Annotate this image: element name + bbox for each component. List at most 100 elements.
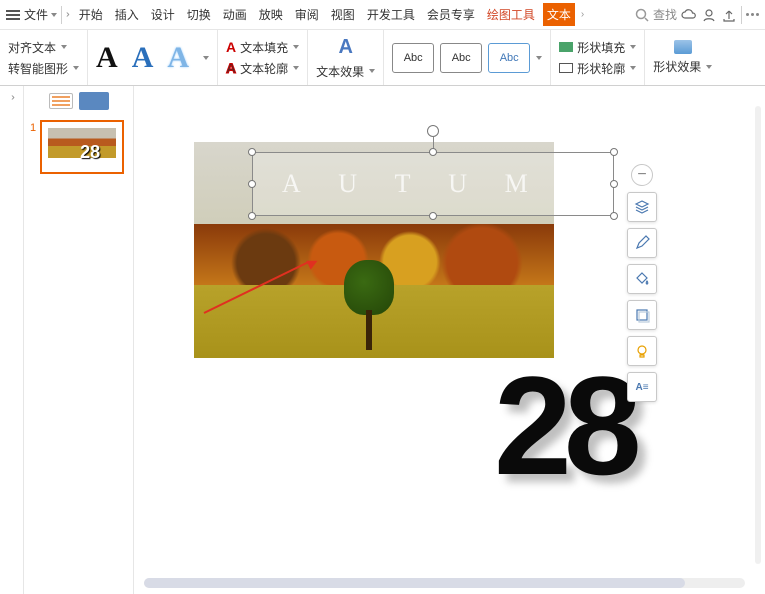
layers-button[interactable] bbox=[627, 192, 657, 222]
ribbon-group-shapeeffects: 形状效果 bbox=[645, 30, 720, 85]
thumbnail-header bbox=[24, 92, 133, 110]
tab-text-tool[interactable]: 文本 bbox=[543, 3, 575, 26]
ribbon: 对齐文本 转智能图形 A A A A文本填充 A文本轮廓 A 文本效果 Abc … bbox=[0, 30, 765, 86]
lightbulb-icon bbox=[634, 343, 650, 359]
user-icon[interactable] bbox=[701, 7, 717, 23]
search-box[interactable]: 查找 bbox=[635, 6, 677, 23]
tab-vip[interactable]: 会员专享 bbox=[423, 3, 479, 26]
wordart-style-2[interactable]: A bbox=[132, 41, 154, 75]
separator bbox=[61, 6, 62, 24]
shape-style-2[interactable]: Abc bbox=[440, 43, 482, 73]
horizontal-scrollbar[interactable] bbox=[144, 578, 745, 588]
slide-view-icon[interactable] bbox=[79, 92, 109, 110]
shape-effects-icon bbox=[674, 40, 692, 54]
text-outline-icon: A bbox=[226, 60, 236, 76]
resize-handle-tm[interactable] bbox=[429, 148, 437, 156]
chevron-down-icon bbox=[630, 66, 636, 70]
pen-icon bbox=[634, 235, 650, 251]
selected-textbox[interactable]: A U T U M N bbox=[252, 152, 614, 216]
scrollbar-thumb[interactable] bbox=[144, 578, 685, 588]
resize-handle-bm[interactable] bbox=[429, 212, 437, 220]
fill-button[interactable] bbox=[627, 264, 657, 294]
align-text-button[interactable]: 对齐文本 bbox=[8, 39, 79, 56]
collapse-button[interactable]: − bbox=[631, 164, 653, 186]
photo-tree bbox=[344, 260, 394, 350]
menu-bar: 文件 ›› 开始 插入 设计 切换 动画 放映 审阅 视图 开发工具 会员专享 … bbox=[0, 0, 765, 30]
fill-icon bbox=[634, 271, 650, 287]
file-label: 文件 bbox=[24, 6, 48, 23]
outline-icon bbox=[634, 307, 650, 323]
resize-handle-tl[interactable] bbox=[248, 148, 256, 156]
hamburger-icon[interactable] bbox=[6, 10, 20, 20]
shape-outline-button[interactable]: 形状轮廓 bbox=[559, 60, 636, 77]
smartart-button[interactable]: 转智能图形 bbox=[8, 60, 79, 77]
text-outline-button[interactable]: A文本轮廓 bbox=[226, 60, 299, 77]
textstyle-button[interactable]: A≡ bbox=[627, 372, 657, 402]
thumbnail-text: 28 bbox=[80, 142, 100, 163]
search-icon bbox=[635, 8, 649, 22]
resize-handle-bl[interactable] bbox=[248, 212, 256, 220]
tab-slideshow[interactable]: 放映 bbox=[255, 3, 287, 26]
chevron-down-icon[interactable] bbox=[536, 56, 542, 60]
textstyle-icon: A≡ bbox=[635, 382, 648, 393]
canvas[interactable]: 28 28 A U T U M N bbox=[134, 86, 765, 594]
thumbnail-slide-1[interactable]: 28 bbox=[40, 120, 124, 174]
big-number[interactable]: 28 bbox=[494, 356, 634, 496]
tab-draw-tools[interactable]: 绘图工具 bbox=[483, 3, 539, 26]
layers-icon bbox=[634, 199, 650, 215]
shape-style-3[interactable]: Abc bbox=[488, 43, 530, 73]
more-icon[interactable] bbox=[746, 13, 759, 16]
outline-button[interactable] bbox=[627, 300, 657, 330]
floating-toolbar: − A≡ bbox=[626, 164, 658, 402]
ribbon-tabs: 开始 插入 设计 切换 动画 放映 审阅 视图 开发工具 会员专享 绘图工具 文… bbox=[75, 3, 582, 26]
resize-handle-ml[interactable] bbox=[248, 180, 256, 188]
cloud-icon[interactable] bbox=[681, 7, 697, 23]
chevron-down-icon bbox=[61, 45, 67, 49]
resize-handle-tr[interactable] bbox=[610, 148, 618, 156]
chevron-down-icon bbox=[293, 66, 299, 70]
tab-view[interactable]: 视图 bbox=[327, 3, 359, 26]
ribbon-group-align: 对齐文本 转智能图形 bbox=[0, 30, 88, 85]
text-effects-button[interactable]: 文本效果 bbox=[316, 63, 375, 80]
text-fill-button[interactable]: A文本填充 bbox=[226, 39, 299, 56]
tab-transition[interactable]: 切换 bbox=[183, 3, 215, 26]
chevron-down-icon bbox=[51, 13, 57, 17]
wordart-style-1[interactable]: A bbox=[96, 41, 118, 75]
tab-review[interactable]: 审阅 bbox=[291, 3, 323, 26]
pen-button[interactable] bbox=[627, 228, 657, 258]
outline-view-icon[interactable] bbox=[49, 93, 73, 109]
thumbnail-number: 1 bbox=[30, 120, 36, 174]
tab-design[interactable]: 设计 bbox=[147, 3, 179, 26]
ribbon-group-wordart: A A A bbox=[88, 30, 218, 85]
chevron-down-icon bbox=[73, 66, 79, 70]
ribbon-group-shapestyles: Abc Abc Abc bbox=[384, 30, 551, 85]
chevron-down-icon bbox=[630, 45, 636, 49]
chevron-down-icon bbox=[369, 69, 375, 73]
tab-start[interactable]: 开始 bbox=[75, 3, 107, 26]
idea-button[interactable] bbox=[627, 336, 657, 366]
separator bbox=[741, 6, 742, 24]
chevron-down-icon[interactable] bbox=[203, 56, 209, 60]
chevron-down-icon bbox=[706, 65, 712, 69]
resize-handle-br[interactable] bbox=[610, 212, 618, 220]
expand-icon[interactable]: ›› bbox=[66, 9, 67, 20]
shape-fill-button[interactable]: 形状填充 bbox=[559, 39, 636, 56]
share-icon[interactable] bbox=[721, 7, 737, 23]
tab-animation[interactable]: 动画 bbox=[219, 3, 251, 26]
expand-panel-icon[interactable]: ›› bbox=[11, 92, 12, 594]
text-effects-icon: A bbox=[338, 36, 352, 59]
slide: 28 28 A U T U M N bbox=[194, 126, 734, 486]
tab-devtools[interactable]: 开发工具 bbox=[363, 3, 419, 26]
resize-handle-mr[interactable] bbox=[610, 180, 618, 188]
editor-body: ›› 1 28 28 28 bbox=[0, 86, 765, 594]
wordart-style-3[interactable]: A bbox=[167, 41, 189, 75]
shape-effects-button[interactable]: 形状效果 bbox=[653, 58, 712, 75]
shape-fill-icon bbox=[559, 42, 573, 52]
file-menu[interactable]: 文件 bbox=[24, 6, 57, 23]
shape-style-1[interactable]: Abc bbox=[392, 43, 434, 73]
rotate-handle[interactable] bbox=[427, 125, 439, 137]
text-fill-icon: A bbox=[226, 39, 236, 55]
annotation-arrow bbox=[204, 256, 324, 316]
vertical-scrollbar[interactable] bbox=[755, 106, 761, 564]
tab-insert[interactable]: 插入 bbox=[111, 3, 143, 26]
